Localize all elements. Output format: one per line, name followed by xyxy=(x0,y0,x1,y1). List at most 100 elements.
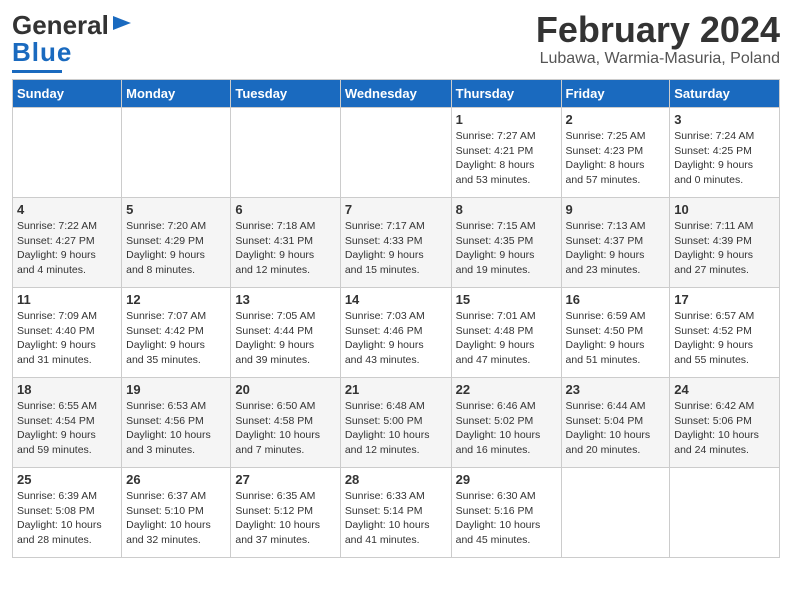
calendar-day-cell: 24 Sunrise: 6:42 AM Sunset: 5:06 PM Dayli… xyxy=(670,378,780,468)
calendar-day-cell: 17 Sunrise: 6:57 AM Sunset: 4:52 PM Dayli… xyxy=(670,288,780,378)
day-info: Sunrise: 7:22 AM Sunset: 4:27 PM Dayligh… xyxy=(17,219,117,278)
calendar-day-cell: 11Sunrise: 7:09 AM Sunset: 4:40 PM Dayli… xyxy=(13,288,122,378)
calendar-day-cell: 21 Sunrise: 6:48 AM Sunset: 5:00 PM Dayli… xyxy=(340,378,451,468)
day-number: 21 xyxy=(345,382,447,397)
calendar-day-cell: 1 Sunrise: 7:27 AM Sunset: 4:21 PM Daylig… xyxy=(451,108,561,198)
day-number: 4 xyxy=(17,202,117,217)
day-number: 3 xyxy=(674,112,775,127)
day-info: Sunrise: 7:27 AM Sunset: 4:21 PM Dayligh… xyxy=(456,129,557,188)
day-info: Sunrise: 6:57 AM Sunset: 4:52 PM Dayligh… xyxy=(674,309,775,368)
day-number: 6 xyxy=(235,202,335,217)
day-of-week-header: Sunday xyxy=(13,80,122,108)
day-number: 5 xyxy=(126,202,226,217)
calendar-day-cell: 19Sunrise: 6:53 AM Sunset: 4:56 PM Dayli… xyxy=(122,378,231,468)
day-info: Sunrise: 6:35 AM Sunset: 5:12 PM Dayligh… xyxy=(235,489,335,548)
day-info: Sunrise: 6:44 AM Sunset: 5:04 PM Dayligh… xyxy=(566,399,666,458)
logo-blue-label: Blue xyxy=(12,37,72,67)
day-info: Sunrise: 7:03 AM Sunset: 4:46 PM Dayligh… xyxy=(345,309,447,368)
day-number: 8 xyxy=(456,202,557,217)
day-info: Sunrise: 7:25 AM Sunset: 4:23 PM Dayligh… xyxy=(566,129,666,188)
calendar-header-row: SundayMondayTuesdayWednesdayThursdayFrid… xyxy=(13,80,780,108)
day-number: 9 xyxy=(566,202,666,217)
day-number: 10 xyxy=(674,202,775,217)
day-info: Sunrise: 7:07 AM Sunset: 4:42 PM Dayligh… xyxy=(126,309,226,368)
day-number: 14 xyxy=(345,292,447,307)
day-number: 13 xyxy=(235,292,335,307)
day-number: 25 xyxy=(17,472,117,487)
calendar-day-cell xyxy=(122,108,231,198)
calendar-day-cell: 27 Sunrise: 6:35 AM Sunset: 5:12 PM Dayli… xyxy=(231,468,340,558)
calendar-day-cell xyxy=(561,468,670,558)
calendar-day-cell: 25 Sunrise: 6:39 AM Sunset: 5:08 PM Dayli… xyxy=(13,468,122,558)
day-number: 22 xyxy=(456,382,557,397)
day-info: Sunrise: 7:15 AM Sunset: 4:35 PM Dayligh… xyxy=(456,219,557,278)
day-info: Sunrise: 7:18 AM Sunset: 4:31 PM Dayligh… xyxy=(235,219,335,278)
calendar-day-cell: 6 Sunrise: 7:18 AM Sunset: 4:31 PM Daylig… xyxy=(231,198,340,288)
day-info: Sunrise: 7:11 AM Sunset: 4:39 PM Dayligh… xyxy=(674,219,775,278)
calendar-day-cell: 8 Sunrise: 7:15 AM Sunset: 4:35 PM Daylig… xyxy=(451,198,561,288)
day-info: Sunrise: 7:24 AM Sunset: 4:25 PM Dayligh… xyxy=(674,129,775,188)
calendar-day-cell: 26Sunrise: 6:37 AM Sunset: 5:10 PM Dayli… xyxy=(122,468,231,558)
calendar-week-row: 4 Sunrise: 7:22 AM Sunset: 4:27 PM Daylig… xyxy=(13,198,780,288)
day-number: 1 xyxy=(456,112,557,127)
header: General Blue February 2024 Lubawa, Warmi… xyxy=(12,10,780,73)
day-of-week-header: Monday xyxy=(122,80,231,108)
day-number: 7 xyxy=(345,202,447,217)
day-info: Sunrise: 7:05 AM Sunset: 4:44 PM Dayligh… xyxy=(235,309,335,368)
day-number: 16 xyxy=(566,292,666,307)
calendar-day-cell: 2 Sunrise: 7:25 AM Sunset: 4:23 PM Daylig… xyxy=(561,108,670,198)
day-number: 29 xyxy=(456,472,557,487)
calendar-subtitle: Lubawa, Warmia-Masuria, Poland xyxy=(536,50,780,68)
calendar-day-cell: 22 Sunrise: 6:46 AM Sunset: 5:02 PM Dayli… xyxy=(451,378,561,468)
day-number: 26 xyxy=(126,472,226,487)
day-info: Sunrise: 7:17 AM Sunset: 4:33 PM Dayligh… xyxy=(345,219,447,278)
calendar-day-cell xyxy=(13,108,122,198)
calendar-day-cell: 18Sunrise: 6:55 AM Sunset: 4:54 PM Dayli… xyxy=(13,378,122,468)
day-info: Sunrise: 6:59 AM Sunset: 4:50 PM Dayligh… xyxy=(566,309,666,368)
calendar-title: February 2024 xyxy=(536,10,780,50)
calendar-day-cell: 10 Sunrise: 7:11 AM Sunset: 4:39 PM Dayli… xyxy=(670,198,780,288)
title-block: February 2024 Lubawa, Warmia-Masuria, Po… xyxy=(536,10,780,68)
calendar-day-cell: 9 Sunrise: 7:13 AM Sunset: 4:37 PM Daylig… xyxy=(561,198,670,288)
calendar-day-cell xyxy=(670,468,780,558)
calendar-day-cell: 12 Sunrise: 7:07 AM Sunset: 4:42 PM Dayli… xyxy=(122,288,231,378)
day-info: Sunrise: 6:42 AM Sunset: 5:06 PM Dayligh… xyxy=(674,399,775,458)
day-number: 27 xyxy=(235,472,335,487)
day-info: Sunrise: 6:50 AM Sunset: 4:58 PM Dayligh… xyxy=(235,399,335,458)
calendar-day-cell: 15Sunrise: 7:01 AM Sunset: 4:48 PM Dayli… xyxy=(451,288,561,378)
day-number: 24 xyxy=(674,382,775,397)
logo: General Blue xyxy=(12,10,133,73)
day-of-week-header: Saturday xyxy=(670,80,780,108)
day-number: 15 xyxy=(456,292,557,307)
calendar-day-cell xyxy=(340,108,451,198)
calendar-day-cell: 13 Sunrise: 7:05 AM Sunset: 4:44 PM Dayli… xyxy=(231,288,340,378)
calendar-day-cell: 29 Sunrise: 6:30 AM Sunset: 5:16 PM Dayli… xyxy=(451,468,561,558)
day-info: Sunrise: 7:13 AM Sunset: 4:37 PM Dayligh… xyxy=(566,219,666,278)
day-number: 28 xyxy=(345,472,447,487)
day-info: Sunrise: 6:39 AM Sunset: 5:08 PM Dayligh… xyxy=(17,489,117,548)
day-info: Sunrise: 6:55 AM Sunset: 4:54 PM Dayligh… xyxy=(17,399,117,458)
day-of-week-header: Wednesday xyxy=(340,80,451,108)
calendar-day-cell: 5 Sunrise: 7:20 AM Sunset: 4:29 PM Daylig… xyxy=(122,198,231,288)
calendar-week-row: 18Sunrise: 6:55 AM Sunset: 4:54 PM Dayli… xyxy=(13,378,780,468)
logo-blue-underline xyxy=(12,70,62,73)
day-info: Sunrise: 6:30 AM Sunset: 5:16 PM Dayligh… xyxy=(456,489,557,548)
day-number: 17 xyxy=(674,292,775,307)
day-of-week-header: Thursday xyxy=(451,80,561,108)
day-info: Sunrise: 6:33 AM Sunset: 5:14 PM Dayligh… xyxy=(345,489,447,548)
calendar-week-row: 25 Sunrise: 6:39 AM Sunset: 5:08 PM Dayli… xyxy=(13,468,780,558)
day-info: Sunrise: 6:46 AM Sunset: 5:02 PM Dayligh… xyxy=(456,399,557,458)
day-number: 12 xyxy=(126,292,226,307)
calendar-day-cell: 14 Sunrise: 7:03 AM Sunset: 4:46 PM Dayli… xyxy=(340,288,451,378)
day-number: 23 xyxy=(566,382,666,397)
day-info: Sunrise: 7:09 AM Sunset: 4:40 PM Dayligh… xyxy=(17,309,117,368)
day-info: Sunrise: 7:20 AM Sunset: 4:29 PM Dayligh… xyxy=(126,219,226,278)
page: General Blue February 2024 Lubawa, Warmi… xyxy=(0,0,792,612)
calendar-table: SundayMondayTuesdayWednesdayThursdayFrid… xyxy=(12,79,780,558)
calendar-day-cell: 16 Sunrise: 6:59 AM Sunset: 4:50 PM Dayli… xyxy=(561,288,670,378)
day-number: 2 xyxy=(566,112,666,127)
day-info: Sunrise: 6:48 AM Sunset: 5:00 PM Dayligh… xyxy=(345,399,447,458)
calendar-day-cell: 28 Sunrise: 6:33 AM Sunset: 5:14 PM Dayli… xyxy=(340,468,451,558)
calendar-day-cell: 23 Sunrise: 6:44 AM Sunset: 5:04 PM Dayli… xyxy=(561,378,670,468)
logo-arrow-icon xyxy=(111,12,133,34)
